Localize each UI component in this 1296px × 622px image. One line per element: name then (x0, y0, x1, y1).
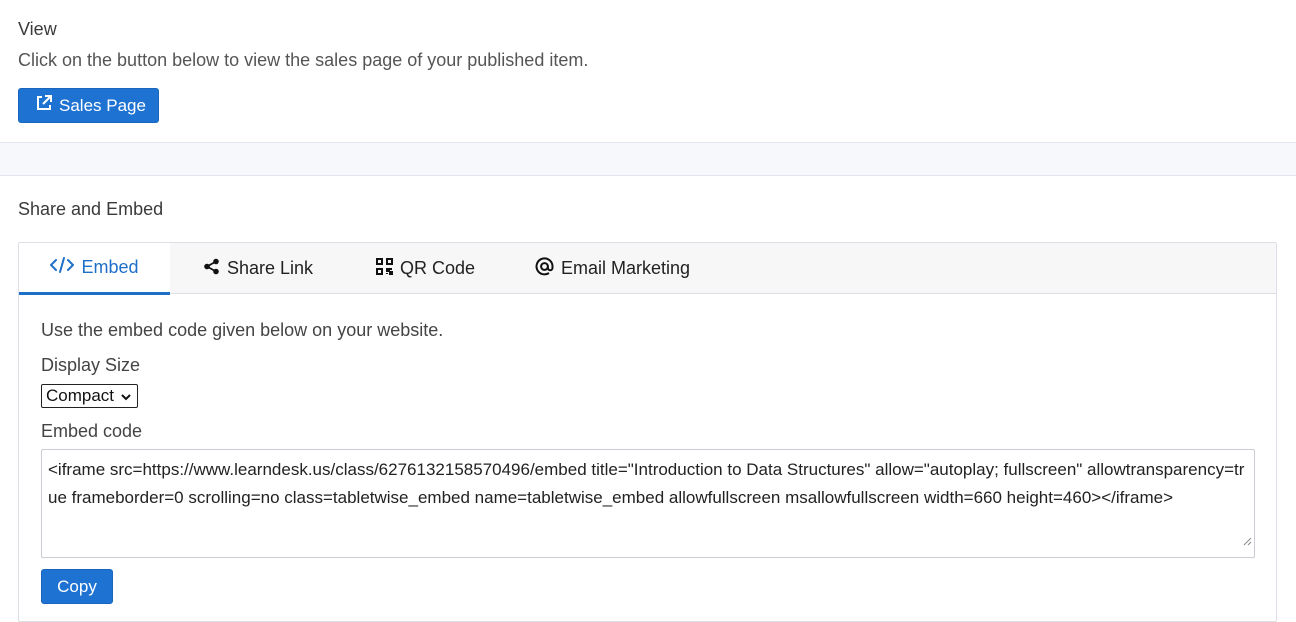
tab-email-marketing-label: Email Marketing (561, 258, 691, 278)
at-sign-icon (535, 256, 561, 281)
display-size-label: Display Size (41, 355, 141, 375)
share-nodes-icon (203, 258, 227, 280)
code-icon (50, 256, 81, 279)
tab-share-link-label: Share Link (227, 258, 314, 278)
tab-share-link[interactable]: Share Link (203, 243, 313, 294)
resize-grip-icon[interactable] (1243, 527, 1252, 555)
chevron-down-icon (120, 389, 132, 409)
tab-embed[interactable]: Embed (19, 243, 170, 295)
display-size-value: Compact (46, 386, 115, 405)
view-title: View (18, 19, 57, 39)
tab-qr-code-label: QR Code (400, 258, 476, 278)
qr-code-icon (376, 257, 400, 280)
embed-description: Use the embed code given below on your w… (41, 320, 444, 340)
external-link-icon (35, 94, 59, 117)
display-size-select[interactable]: Compact (41, 384, 138, 408)
sales-page-button[interactable]: Sales Page (18, 88, 159, 123)
sales-page-label: Sales Page (59, 95, 146, 115)
share-embed-title: Share and Embed (18, 199, 164, 219)
view-description: Click on the button below to view the sa… (18, 50, 589, 70)
embed-code-text: <iframe src=https://www.learndesk.us/cla… (48, 460, 1245, 507)
tab-qr-code[interactable]: QR Code (376, 243, 475, 294)
share-embed-panel: Embed Share Link QR Code Email Marketing… (18, 242, 1277, 622)
tab-embed-label: Embed (81, 257, 139, 277)
tab-bar: Embed Share Link QR Code Email Marketing (19, 243, 1276, 295)
embed-code-textarea[interactable]: <iframe src=https://www.learndesk.us/cla… (41, 449, 1255, 558)
view-section: View Click on the button below to view t… (0, 0, 1296, 143)
copy-button[interactable]: Copy (41, 569, 113, 604)
embed-code-label: Embed code (41, 421, 143, 441)
section-divider (0, 143, 1296, 176)
tab-email-marketing[interactable]: Email Marketing (535, 243, 690, 294)
